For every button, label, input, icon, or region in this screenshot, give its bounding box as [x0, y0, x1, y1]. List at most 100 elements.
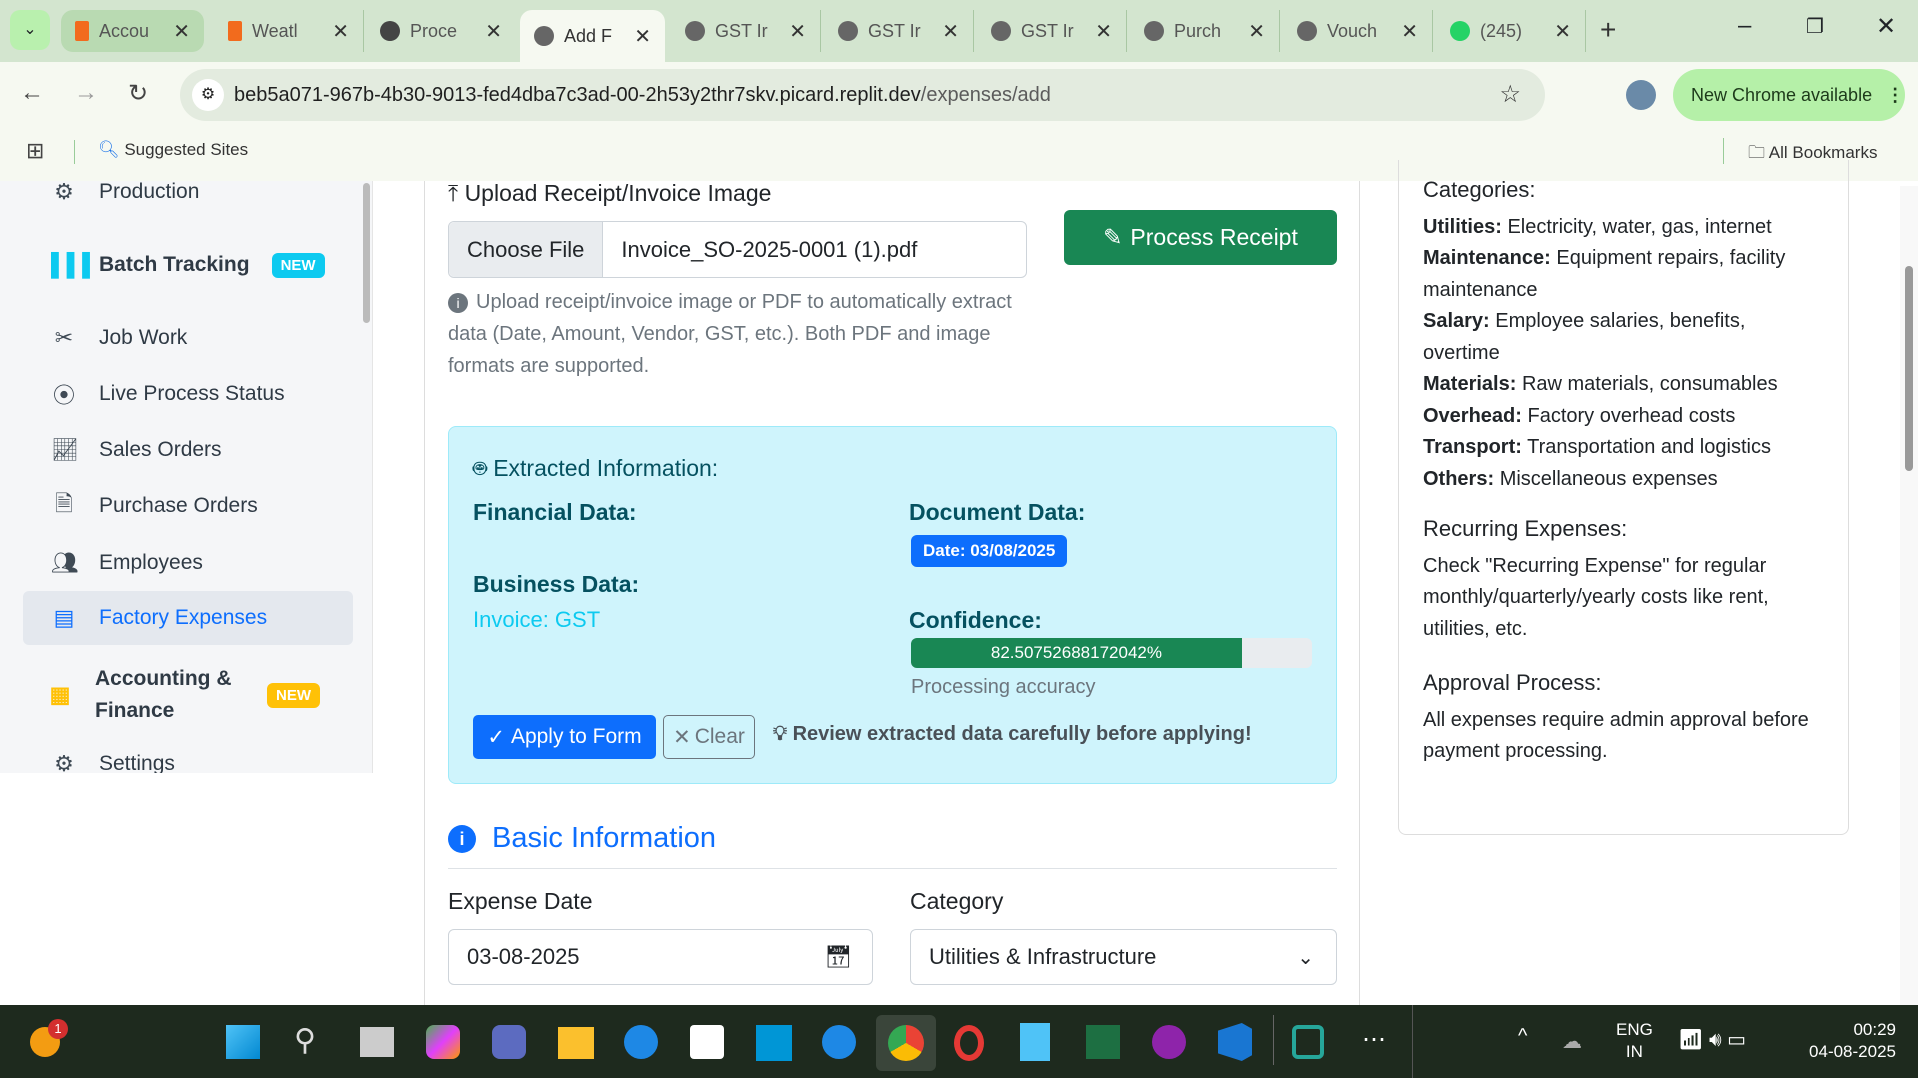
divider: [448, 868, 1337, 869]
pencil-icon: ✎: [1103, 224, 1123, 250]
site-info-icon[interactable]: ⚙: [192, 79, 224, 111]
tab[interactable]: Accou ✕: [61, 10, 204, 52]
file-input[interactable]: Choose File Invoice_SO-2025-0001 (1).pdf: [448, 221, 1027, 278]
search-icon: 🔍︎: [98, 140, 120, 159]
github-desktop-icon[interactable]: [1152, 1025, 1186, 1059]
category-select[interactable]: Utilities & Infrastructure ⌄: [910, 929, 1337, 985]
globe-icon: [534, 26, 554, 46]
close-tab-icon[interactable]: ✕: [332, 19, 349, 44]
recurring-heading: Recurring Expenses:: [1423, 516, 1628, 541]
sidebar-item-factory-expenses[interactable]: ▤ Factory Expenses: [23, 591, 353, 645]
wifi-volume-battery-icons[interactable]: 📶︎ 🔊︎ ▭: [1678, 1027, 1746, 1052]
tab[interactable]: Vouch ✕: [1283, 10, 1433, 52]
forward-icon[interactable]: →: [74, 79, 98, 107]
address-bar[interactable]: ⚙ beb5a071-967b-4b30-9013-fed4dba7c3ad-0…: [180, 69, 1545, 121]
globe-icon: [991, 21, 1011, 41]
expense-date-input[interactable]: 03-08-2025 📅︎: [448, 929, 873, 985]
notepad-icon[interactable]: [1020, 1023, 1050, 1061]
close-tab-icon[interactable]: ✕: [173, 19, 190, 44]
bookmark-star-icon[interactable]: ☆: [1499, 80, 1521, 109]
suggested-sites-link[interactable]: 🔍︎ Suggested Sites: [98, 140, 248, 160]
apps-grid-icon[interactable]: ⊞: [26, 138, 44, 164]
tab[interactable]: Proce ✕: [366, 10, 516, 52]
tab[interactable]: (245) ✕: [1436, 10, 1586, 52]
myhp-icon[interactable]: [756, 1025, 792, 1061]
file-explorer-icon[interactable]: [558, 1027, 594, 1059]
browser-tab-bar: ⌄ Accou ✕ Weatl ✕ Proce ✕ Add F ✕ GST Ir ✕ GS…: [0, 0, 1918, 62]
close-tab-icon[interactable]: ✕: [1095, 19, 1112, 44]
page-scrollbar[interactable]: [1900, 186, 1918, 1005]
onedrive-icon[interactable]: ☁: [1562, 1029, 1582, 1054]
sidebar-item-sales-orders[interactable]: 📈︎ Sales Orders: [23, 423, 353, 477]
whatsapp-icon: [1450, 21, 1470, 41]
clear-button[interactable]: ✕ Clear: [663, 715, 755, 759]
sidebar-scrollbar[interactable]: [363, 183, 370, 323]
sidebar-item-production[interactable]: ⚙ Production: [23, 181, 353, 219]
tab[interactable]: GST Ir ✕: [671, 10, 821, 52]
tab[interactable]: GST Ir ✕: [977, 10, 1127, 52]
show-hidden-icons[interactable]: ^: [1518, 1025, 1527, 1048]
windows-start-icon[interactable]: [226, 1025, 260, 1059]
sidebar-item-live-process-status[interactable]: ⦿ Live Process Status: [23, 367, 353, 421]
sidebar-item-batch-tracking[interactable]: ▌▌▌ Batch Tracking NEW: [23, 238, 353, 292]
close-tab-icon[interactable]: ✕: [634, 24, 651, 49]
category-label: Category: [910, 888, 1004, 914]
teams-icon[interactable]: [492, 1025, 526, 1059]
close-tab-icon[interactable]: ✕: [1401, 19, 1418, 44]
globe-icon: [1297, 21, 1317, 41]
extracted-info-alert: 🤖︎ Extracted Information: Financial Data…: [448, 426, 1337, 784]
more-apps-icon[interactable]: ⋯: [1362, 1025, 1386, 1054]
close-tab-icon[interactable]: ✕: [1554, 19, 1571, 44]
sidebar: ⚙ Production ▌▌▌ Batch Tracking NEW ✂ Job Wo…: [0, 181, 373, 773]
choose-file-button[interactable]: Choose File: [449, 222, 604, 277]
opera-icon[interactable]: [954, 1025, 984, 1061]
sidebar-item-accounting-finance[interactable]: ▦ Accounting & Finance NEW: [23, 659, 353, 731]
tab[interactable]: Purch ✕: [1130, 10, 1280, 52]
financial-data-heading: Financial Data:: [473, 499, 637, 525]
sidebar-item-purchase-orders[interactable]: 🗎 Purchase Orders: [23, 479, 353, 533]
tab-search-button[interactable]: ⌄: [10, 10, 50, 50]
confidence-heading: Confidence:: [909, 607, 1042, 633]
microsoft-store-icon[interactable]: [690, 1025, 724, 1059]
search-icon[interactable]: ⚲: [294, 1023, 316, 1058]
clock[interactable]: 00:29 04-08-2025: [1796, 1019, 1896, 1063]
reload-icon[interactable]: ↻: [128, 79, 148, 108]
tab[interactable]: Weatl ✕: [214, 10, 364, 52]
excel-icon[interactable]: [1086, 1025, 1120, 1059]
category-item: Utilities: Electricity, water, gas, inte…: [1423, 215, 1772, 238]
close-window-button[interactable]: ✕: [1876, 12, 1896, 41]
tab[interactable]: GST Ir ✕: [824, 10, 974, 52]
category-item: Salary: Employee salaries, benefits, ove…: [1423, 310, 1746, 364]
new-chrome-available-button[interactable]: New Chrome available ⋮: [1673, 69, 1905, 121]
profile-avatar[interactable]: [1626, 80, 1656, 110]
menu-dots-icon[interactable]: ⋮: [1886, 85, 1904, 106]
vscode-icon[interactable]: [1218, 1023, 1252, 1061]
document-data-heading: Document Data:: [909, 499, 1086, 525]
sidebar-item-settings[interactable]: ⚙ Settings: [23, 737, 353, 773]
restore-button[interactable]: ❐: [1806, 14, 1824, 39]
apply-to-form-button[interactable]: ✓ Apply to Form: [473, 715, 656, 759]
language-indicator[interactable]: ENG IN: [1616, 1019, 1653, 1063]
calendar-icon[interactable]: 📅︎: [824, 944, 852, 970]
close-tab-icon[interactable]: ✕: [485, 19, 502, 44]
process-receipt-button[interactable]: ✎ Process Receipt: [1064, 210, 1337, 265]
back-icon[interactable]: ←: [20, 79, 44, 107]
robot-icon: 🤖︎: [473, 455, 487, 481]
approval-heading: Approval Process:: [1423, 670, 1602, 695]
minimize-button[interactable]: –: [1738, 12, 1751, 40]
copilot-icon[interactable]: [426, 1025, 460, 1059]
close-tab-icon[interactable]: ✕: [789, 19, 806, 44]
app-icon[interactable]: [1292, 1025, 1324, 1059]
chrome-taskbar-active[interactable]: [876, 1015, 936, 1071]
new-tab-button[interactable]: +: [1600, 14, 1616, 46]
help-icon[interactable]: [822, 1025, 856, 1059]
sidebar-item-employees[interactable]: 👥︎ Employees: [23, 536, 353, 590]
tab-active[interactable]: Add F ✕: [520, 10, 665, 62]
sidebar-item-job-work[interactable]: ✂ Job Work: [23, 311, 353, 365]
scrollbar-thumb[interactable]: [1905, 266, 1913, 471]
edge-icon[interactable]: [624, 1025, 658, 1059]
close-tab-icon[interactable]: ✕: [1248, 19, 1265, 44]
processing-accuracy-text: Processing accuracy: [911, 676, 1096, 698]
task-view-icon[interactable]: [360, 1027, 394, 1057]
close-tab-icon[interactable]: ✕: [942, 19, 959, 44]
